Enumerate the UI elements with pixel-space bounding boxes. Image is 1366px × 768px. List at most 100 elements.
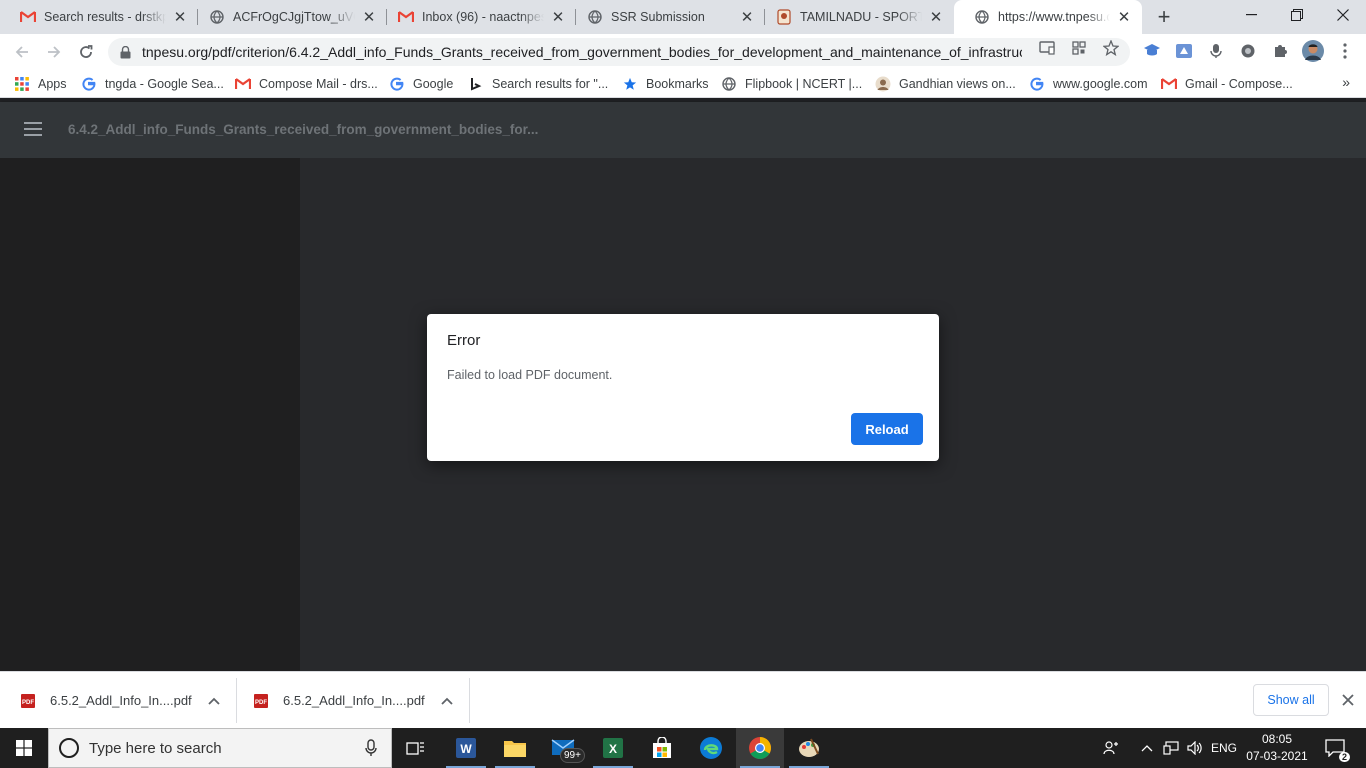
taskbar-excel[interactable]: X [589, 728, 637, 768]
extension-graduation-icon[interactable] [1143, 42, 1161, 60]
tab-tamilnadu-sports[interactable]: TAMILNADU - SPORTS ✕ [756, 0, 954, 34]
extensions-puzzle-icon[interactable] [1271, 42, 1289, 60]
input-language[interactable]: ENG [1208, 728, 1240, 768]
apps-grid-icon [14, 76, 30, 92]
tab-acfrog[interactable]: ACFrOgCJgjTtow_uVOo ✕ [189, 0, 387, 34]
pdf-file-icon: PDF [21, 693, 35, 708]
tab-title: https://www.tnpesu.org [998, 10, 1110, 24]
bookmark-google-com[interactable]: www.google.com [1029, 74, 1148, 94]
bookmark-label: tngda - Google Sea... [105, 77, 224, 91]
chevron-up-icon[interactable] [439, 693, 455, 709]
gmail-icon [20, 9, 36, 25]
taskbar-store[interactable] [638, 728, 686, 768]
taskbar-file-explorer[interactable] [491, 728, 539, 768]
close-icon[interactable]: ✕ [550, 9, 566, 26]
taskbar-word[interactable]: W [442, 728, 490, 768]
bookmark-bing-search[interactable]: Search results for "... [468, 74, 608, 94]
bookmark-apps[interactable]: Apps [14, 74, 67, 94]
bookmark-star-icon[interactable] [1103, 40, 1119, 56]
download-filename: 6.5.2_Addl_Info_In....pdf [50, 693, 192, 708]
action-center-button[interactable]: 2 [1320, 734, 1350, 762]
minimize-button[interactable] [1228, 0, 1274, 30]
microphone-icon[interactable] [1207, 42, 1225, 60]
microphone-icon[interactable] [361, 738, 381, 758]
google-icon [389, 76, 405, 92]
excel-icon: X [603, 738, 623, 758]
taskbar-search-box[interactable]: Type here to search [48, 728, 392, 768]
bookmark-label: Bookmarks [646, 77, 709, 91]
tab-tnpesu-active[interactable]: https://www.tnpesu.org ✕ [954, 0, 1142, 34]
bookmark-flipbook[interactable]: Flipbook | NCERT |... [721, 74, 862, 94]
download-item[interactable]: PDF 6.5.2_Addl_Info_In....pdf [20, 678, 222, 723]
forward-button[interactable] [42, 40, 66, 64]
task-view-button[interactable] [392, 728, 440, 768]
qr-code-icon[interactable] [1071, 40, 1087, 56]
folder-icon [504, 741, 526, 757]
taskbar-chrome[interactable] [736, 728, 784, 768]
bookmark-tngda[interactable]: tngda - Google Sea... [81, 74, 224, 94]
mail-badge: 99+ [560, 748, 585, 763]
dialog-message: Failed to load PDF document. [447, 368, 613, 382]
close-window-button[interactable] [1320, 0, 1366, 30]
chevron-up-icon[interactable] [206, 693, 222, 709]
tab-title: TAMILNADU - SPORTS [800, 10, 922, 24]
address-bar[interactable]: tnpesu.org/pdf/criterion/6.4.2_Addl_info… [108, 38, 1130, 66]
reload-button[interactable]: Reload [851, 413, 923, 445]
close-icon[interactable]: ✕ [361, 9, 377, 26]
svg-text:X: X [609, 742, 617, 756]
new-tab-button[interactable]: + [1152, 4, 1176, 29]
pdf-sidebar [0, 158, 300, 671]
globe-icon [974, 9, 990, 25]
menu-icon[interactable] [24, 122, 42, 136]
error-dialog: Error Failed to load PDF document. Reloa… [427, 314, 939, 461]
network-icon[interactable] [1160, 728, 1182, 768]
close-icon[interactable]: ✕ [739, 9, 755, 26]
tab-search-results[interactable]: Search results - drstkpe ✕ [0, 0, 198, 34]
tab-ssr-submission[interactable]: SSR Submission ✕ [567, 0, 765, 34]
bookmark-compose-mail[interactable]: Compose Mail - drs... [235, 74, 378, 94]
task-view-icon [406, 742, 424, 755]
pdf-viewer-toolbar: 6.4.2_Addl_info_Funds_Grants_received_fr… [0, 102, 1366, 158]
profile-avatar[interactable] [1302, 40, 1324, 62]
system-clock[interactable]: 08:05 07-03-2021 [1246, 731, 1308, 765]
bookmark-label: Gmail - Compose... [1185, 77, 1293, 91]
volume-icon[interactable] [1184, 728, 1206, 768]
chevron-up-icon[interactable] [1136, 728, 1158, 768]
start-button[interactable] [0, 728, 48, 768]
download-filename: 6.5.2_Addl_Info_In....pdf [283, 693, 425, 708]
edge-icon [700, 737, 722, 759]
taskbar-edge[interactable] [687, 728, 735, 768]
bookmark-gandhian-views[interactable]: Gandhian views on... [875, 74, 1016, 94]
restore-button[interactable] [1274, 0, 1320, 30]
download-item[interactable]: PDF 6.5.2_Addl_Info_In....pdf [253, 678, 455, 723]
lock-icon[interactable] [118, 45, 132, 59]
close-icon[interactable]: ✕ [1116, 9, 1132, 26]
bookmark-label: Google [413, 77, 454, 91]
extension-drive-icon[interactable] [1175, 42, 1193, 60]
close-icon[interactable] [1340, 692, 1356, 708]
show-all-downloads-button[interactable]: Show all [1253, 684, 1329, 716]
close-icon[interactable]: ✕ [928, 9, 944, 26]
reload-button[interactable] [74, 40, 98, 64]
extension-circle-icon[interactable] [1239, 42, 1257, 60]
tab-inbox[interactable]: Inbox (96) - naactnpesu ✕ [378, 0, 576, 34]
globe-icon [209, 9, 225, 25]
chrome-icon [749, 737, 771, 759]
back-button[interactable] [10, 40, 34, 64]
people-icon[interactable] [1098, 728, 1124, 768]
bookmark-gmail-compose[interactable]: Gmail - Compose... [1161, 74, 1293, 94]
bookmark-bookmarks-folder[interactable]: Bookmarks [622, 74, 709, 94]
browser-toolbar: tnpesu.org/pdf/criterion/6.4.2_Addl_info… [0, 34, 1366, 70]
chrome-menu-icon[interactable] [1336, 42, 1354, 60]
url-text[interactable]: tnpesu.org/pdf/criterion/6.4.2_Addl_info… [142, 44, 1022, 60]
bookmark-label: Apps [38, 77, 67, 91]
close-icon[interactable]: ✕ [172, 9, 188, 26]
taskbar-paint[interactable] [785, 728, 833, 768]
bookmark-label: Compose Mail - drs... [259, 77, 378, 91]
bookmarks-overflow-icon[interactable]: » [1342, 74, 1350, 90]
cast-icon[interactable] [1039, 40, 1055, 56]
taskbar-mail[interactable]: 99+ [540, 728, 588, 768]
bookmark-google[interactable]: Google [389, 74, 453, 94]
windows-logo-icon [16, 740, 32, 756]
paint-palette-icon [799, 738, 819, 757]
